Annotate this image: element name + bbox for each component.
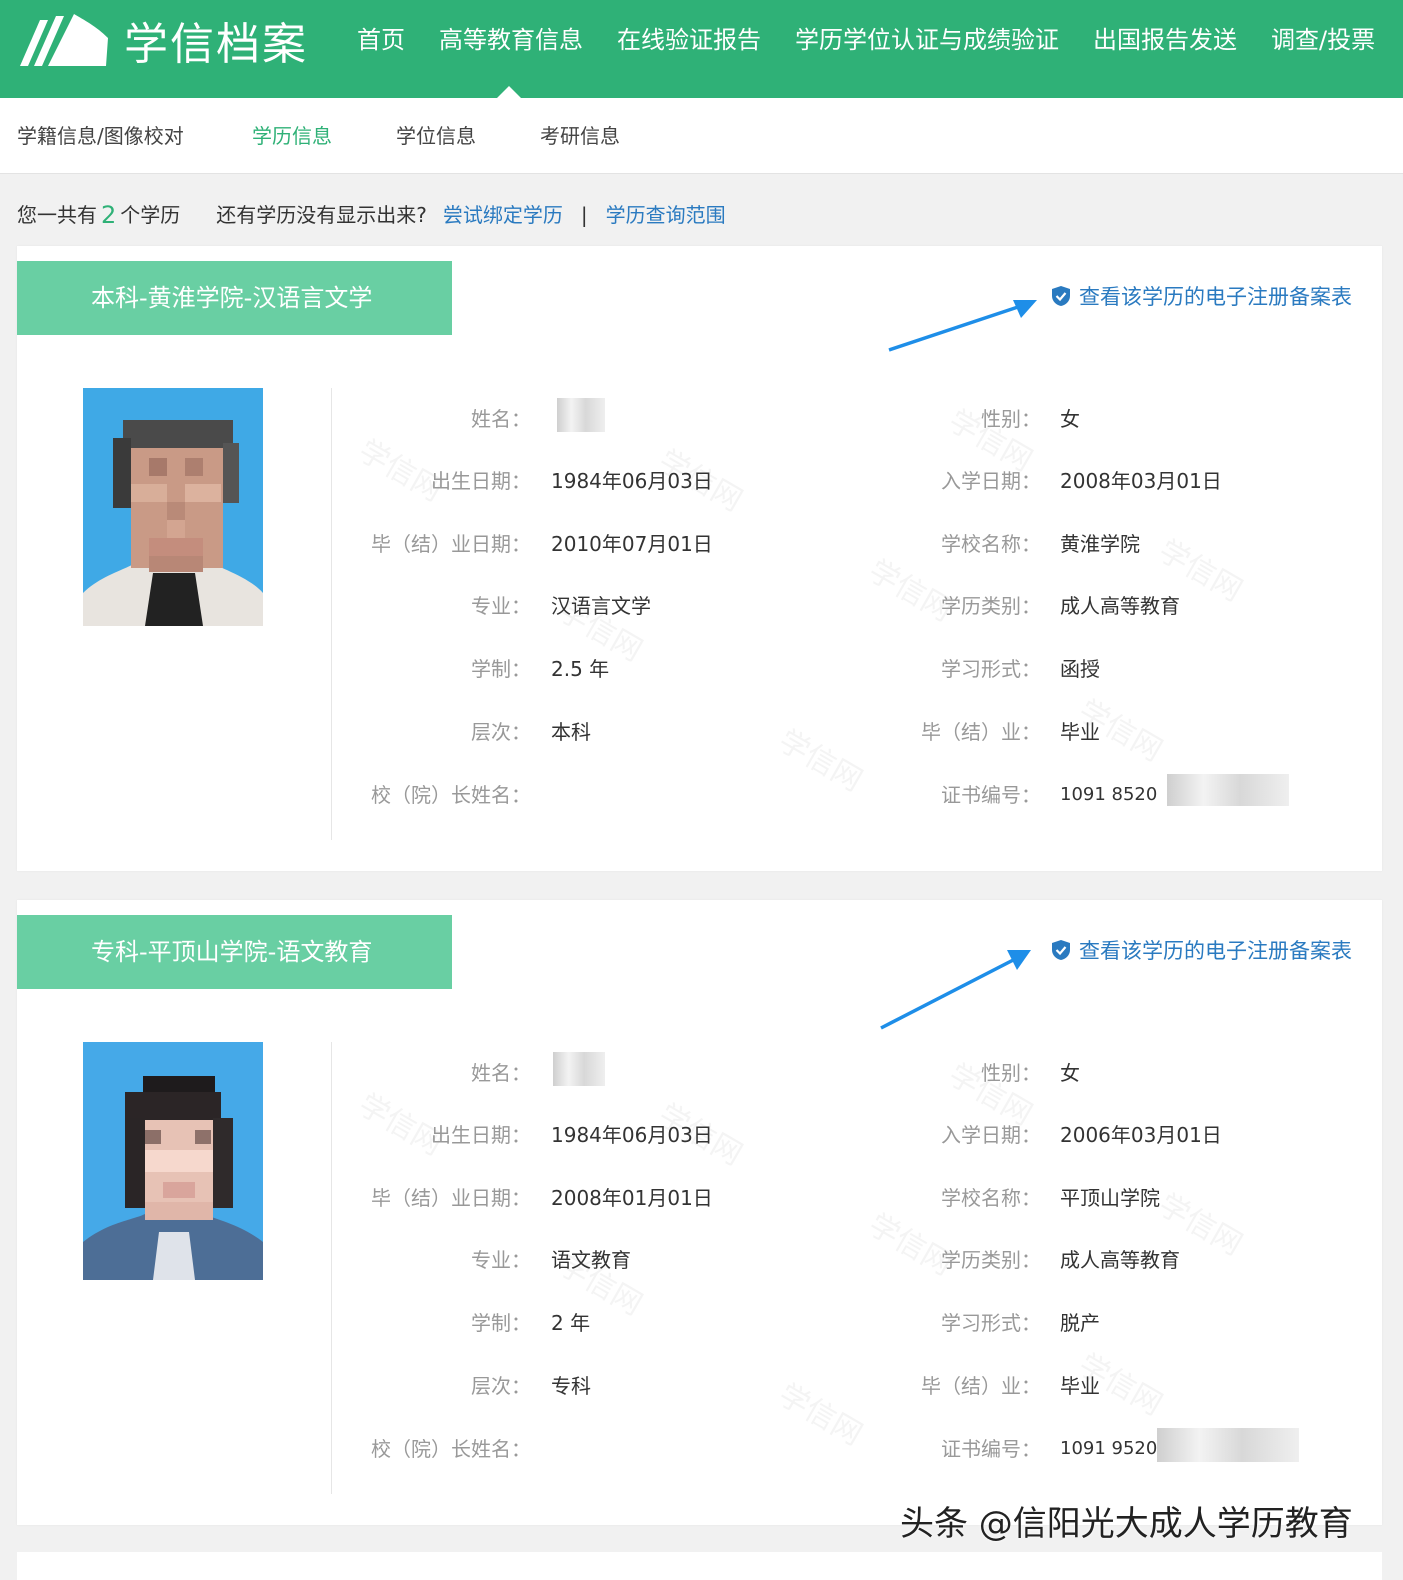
label-cert-no: 证书编号： [941, 783, 1041, 807]
value-graduate-date: 2008年01月01日 [551, 1186, 713, 1210]
main-nav: 首页 高等教育信息 在线验证报告 学历学位认证与成绩验证 出国报告发送 调查/投… [340, 20, 1392, 60]
label-enroll: 入学日期： [941, 1123, 1041, 1147]
label-birth: 出生日期： [431, 1123, 531, 1147]
summary-suffix: 个学历 [120, 203, 181, 227]
value-gender: 女 [1060, 407, 1080, 431]
value-study-form: 脱产 [1060, 1311, 1100, 1335]
label-school: 学校名称： [941, 532, 1041, 556]
education-record-card: 学信网 学信网 学信网 学信网 学信网 学信网 学信网 学信网 本科-黄淮学院-… [17, 246, 1382, 871]
subnav-education-info[interactable]: 学历信息 [252, 122, 332, 150]
top-header: 学信档案 首页 高等教育信息 在线验证报告 学历学位认证与成绩验证 出国报告发送… [0, 0, 1403, 98]
value-graduate-date: 2010年07月01日 [551, 532, 713, 556]
label-graduation: 毕（结）业： [921, 1374, 1041, 1398]
value-school: 平顶山学院 [1060, 1186, 1160, 1210]
value-graduation: 毕业 [1060, 1374, 1100, 1398]
cert-no-redacted [1157, 1428, 1299, 1462]
view-registration-form-link[interactable]: 查看该学历的电子注册备案表 [1051, 935, 1352, 965]
label-major: 专业： [471, 594, 531, 618]
label-duration: 学制： [471, 657, 531, 681]
active-nav-pointer [497, 86, 521, 98]
subnav-degree-info[interactable]: 学位信息 [396, 122, 476, 150]
label-school: 学校名称： [941, 1186, 1041, 1210]
label-cert-no: 证书编号： [941, 1437, 1041, 1461]
label-birth: 出生日期： [431, 469, 531, 493]
value-enroll: 2008年03月01日 [1060, 469, 1222, 493]
nav-abroad-report[interactable]: 出国报告发送 [1076, 20, 1254, 60]
brand-title[interactable]: 学信档案 [124, 16, 308, 74]
label-gender: 性别： [981, 1061, 1041, 1085]
value-major: 语文教育 [551, 1248, 631, 1272]
label-enroll: 入学日期： [941, 469, 1041, 493]
subnav-postgrad-exam[interactable]: 考研信息 [540, 122, 620, 150]
label-level: 层次： [471, 1374, 531, 1398]
summary-question: 还有学历没有显示出来? [216, 203, 427, 227]
label-major: 专业： [471, 1248, 531, 1272]
value-level: 本科 [551, 720, 591, 744]
value-birth: 1984年06月03日 [551, 1123, 713, 1147]
name-redacted [553, 1052, 605, 1086]
value-edu-type: 成人高等教育 [1060, 594, 1180, 618]
student-photo [83, 1042, 263, 1280]
label-study-form: 学习形式： [941, 657, 1041, 681]
value-graduation: 毕业 [1060, 720, 1100, 744]
view-registration-form-label: 查看该学历的电子注册备案表 [1079, 939, 1352, 963]
column-divider [331, 388, 332, 840]
value-birth: 1984年06月03日 [551, 469, 713, 493]
summary-prefix: 您一共有 [17, 203, 97, 227]
education-record-card: 学信网 学信网 学信网 学信网 学信网 学信网 学信网 学信网 专科-平顶山学院… [17, 900, 1382, 1525]
student-photo [83, 388, 263, 626]
value-enroll: 2006年03月01日 [1060, 1123, 1222, 1147]
label-principal: 校（院）长姓名： [371, 783, 531, 807]
overlay-watermark: 头条 @信阳光大成人学历教育 [900, 1504, 1353, 1544]
value-study-form: 函授 [1060, 657, 1100, 681]
shield-check-icon [1052, 940, 1070, 960]
query-scope-link[interactable]: 学历查询范围 [606, 200, 726, 230]
value-edu-type: 成人高等教育 [1060, 1248, 1180, 1272]
label-level: 层次： [471, 720, 531, 744]
label-gender: 性别： [981, 407, 1041, 431]
record-title: 本科-黄淮学院-汉语言文学 [17, 261, 452, 335]
label-graduate-date: 毕（结）业日期： [371, 532, 531, 556]
view-registration-form-label: 查看该学历的电子注册备案表 [1079, 285, 1352, 309]
value-duration: 2.5 年 [551, 657, 610, 681]
name-redacted [557, 398, 605, 432]
annotation-arrow-icon [888, 300, 1037, 352]
label-edu-type: 学历类别： [941, 1248, 1041, 1272]
label-edu-type: 学历类别： [941, 594, 1041, 618]
records-summary: 您一共有 2 个学历 还有学历没有显示出来? 尝试绑定学历 | 学历查询范围 [17, 200, 726, 230]
label-duration: 学制： [471, 1311, 531, 1335]
view-registration-form-link[interactable]: 查看该学历的电子注册备案表 [1051, 281, 1352, 311]
book-logo-icon [20, 14, 108, 66]
value-cert-no: 1091 9520 [1060, 1438, 1158, 1459]
value-level: 专科 [551, 1374, 591, 1398]
shield-check-icon [1052, 286, 1070, 306]
summary-separator: | [580, 203, 588, 227]
nav-online-report[interactable]: 在线验证报告 [600, 20, 778, 60]
value-major: 汉语言文学 [551, 594, 651, 618]
label-principal: 校（院）长姓名： [371, 1437, 531, 1461]
sub-nav: 学籍信息/图像校对 学历信息 学位信息 考研信息 [0, 98, 1403, 174]
cert-no-redacted [1167, 774, 1289, 806]
value-duration: 2 年 [551, 1311, 591, 1335]
bind-education-link[interactable]: 尝试绑定学历 [443, 200, 563, 230]
nav-degree-certification[interactable]: 学历学位认证与成绩验证 [778, 20, 1076, 60]
label-graduation: 毕（结）业： [921, 720, 1041, 744]
value-school: 黄淮学院 [1060, 532, 1140, 556]
nav-home[interactable]: 首页 [340, 20, 422, 60]
label-study-form: 学习形式： [941, 1311, 1041, 1335]
value-gender: 女 [1060, 1061, 1080, 1085]
label-name: 姓名： [471, 407, 531, 431]
label-graduate-date: 毕（结）业日期： [371, 1186, 531, 1210]
value-cert-no: 1091 8520 [1060, 784, 1158, 805]
subnav-status-photo[interactable]: 学籍信息/图像校对 [17, 122, 184, 150]
nav-survey-vote[interactable]: 调查/投票 [1254, 20, 1392, 60]
records-count: 2 [101, 201, 117, 229]
annotation-arrow-icon [880, 950, 1031, 1030]
nav-higher-education[interactable]: 高等教育信息 [422, 20, 600, 60]
record-title: 专科-平顶山学院-语文教育 [17, 915, 452, 989]
column-divider [331, 1042, 332, 1494]
label-name: 姓名： [471, 1061, 531, 1085]
next-record-card-edge [17, 1552, 1382, 1580]
